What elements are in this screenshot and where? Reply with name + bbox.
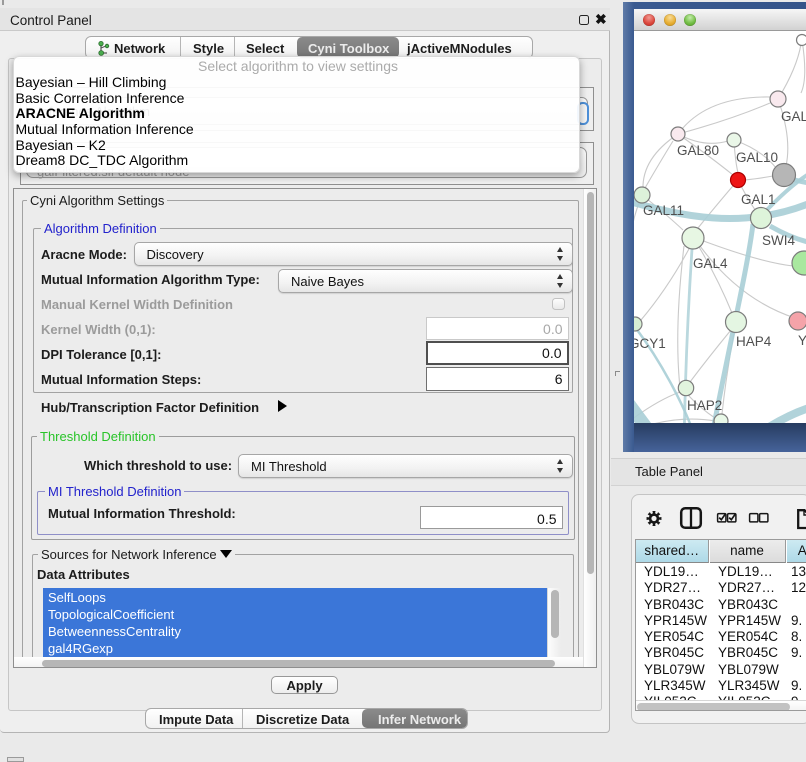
svg-text:SWI4: SWI4 <box>762 233 795 248</box>
svg-text:HAP2: HAP2 <box>687 398 722 413</box>
svg-text:GAL11: GAL11 <box>643 203 684 218</box>
svg-text:GAL10: GAL10 <box>736 150 778 165</box>
svg-text:GCY1: GCY1 <box>634 336 666 351</box>
svg-text:GAL80: GAL80 <box>677 143 719 158</box>
svg-text:HAP4: HAP4 <box>736 334 772 349</box>
svg-text:GAL4: GAL4 <box>693 256 728 271</box>
svg-text:GAL2: GAL2 <box>781 109 806 124</box>
svg-text:Y: Y <box>798 333 806 348</box>
svg-text:GAL1: GAL1 <box>741 192 776 207</box>
